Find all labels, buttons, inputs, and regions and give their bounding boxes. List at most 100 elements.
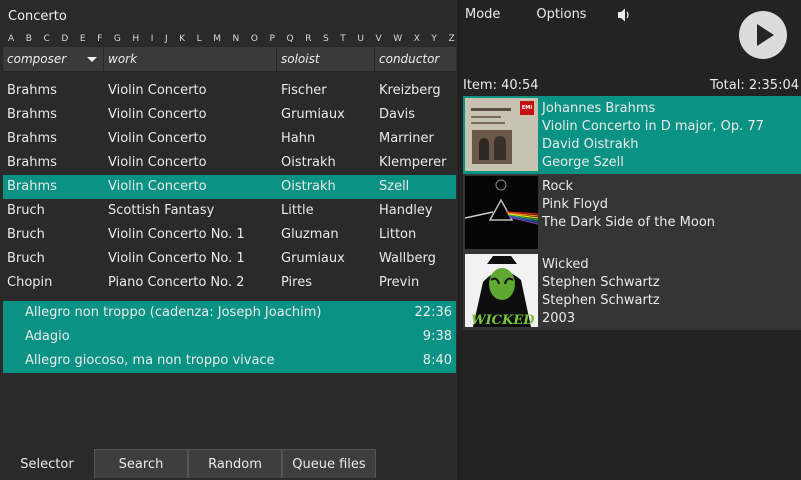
alphabet-letter[interactable]: R — [305, 33, 311, 45]
track-title: Allegro non troppo (cadenza: Joseph Joac… — [25, 305, 322, 320]
alphabet-letter[interactable]: G — [114, 33, 121, 45]
track-list: Allegro non troppo (cadenza: Joseph Joac… — [3, 301, 456, 373]
menu-options[interactable]: Options — [536, 6, 586, 23]
album-row-soloist: Grumiaux — [281, 251, 345, 266]
alphabet-letter[interactable]: L — [197, 33, 202, 45]
sort-down-icon — [87, 57, 97, 62]
track-row[interactable]: Adagio 9:38 — [3, 325, 456, 349]
menu-bar: Mode Options — [465, 6, 623, 23]
alphabet-letter[interactable]: A — [8, 33, 14, 45]
menu-mode[interactable]: Mode — [465, 6, 500, 23]
tab-queue-files[interactable]: Queue files — [282, 449, 376, 478]
album-row-soloist: Fischer — [281, 83, 327, 98]
column-work-label: work — [108, 52, 138, 66]
alphabet-letter[interactable]: W — [393, 33, 402, 45]
alphabet-letter[interactable]: D — [61, 33, 68, 45]
album-row-work: Violin Concerto No. 1 — [108, 227, 245, 242]
alphabet-letter[interactable]: I — [151, 33, 154, 45]
queue-item-line: The Dark Side of the Moon — [542, 215, 716, 230]
alphabet-letter[interactable]: Y — [431, 33, 437, 45]
album-row[interactable]: Brahms Violin Concerto Fischer Kreizberg — [3, 79, 456, 103]
alphabet-letter[interactable]: K — [179, 33, 185, 45]
column-soloist-label: soloist — [281, 52, 320, 66]
track-title: Adagio — [25, 329, 70, 344]
album-row-work: Scottish Fantasy — [108, 203, 215, 218]
album-row-work: Violin Concerto — [108, 83, 207, 98]
alphabet-letter[interactable]: N — [233, 33, 240, 45]
album-row-soloist: Pires — [281, 275, 312, 290]
album-row-conductor: Kreizberg — [379, 83, 441, 98]
tab-search[interactable]: Search — [94, 449, 188, 478]
album-row[interactable]: Bruch Violin Concerto No. 1 Gluzman Litton — [3, 223, 456, 247]
album-row-composer: Brahms — [7, 131, 57, 146]
play-button[interactable] — [739, 11, 787, 59]
column-conductor[interactable]: conductor — [375, 47, 456, 71]
album-row[interactable]: Chopin Piano Concerto No. 2 Pires Previn — [3, 271, 456, 295]
queue-item[interactable]: EMI Johannes Brahms Violin Concerto in D… — [463, 96, 801, 174]
album-row-work: Violin Concerto — [108, 131, 207, 146]
queue-item-line: Wicked — [542, 257, 589, 272]
total-duration: Total: 2:35:04 — [710, 78, 799, 93]
album-row-conductor: Litton — [379, 227, 417, 242]
tab-random[interactable]: Random — [188, 449, 282, 478]
album-row-composer: Brahms — [7, 83, 57, 98]
queue-item-line: Rock — [542, 179, 574, 194]
tab-bar: Selector Search Random Queue files — [0, 449, 459, 480]
alphabet-letter[interactable]: J — [165, 33, 168, 45]
alphabet-letter[interactable]: X — [414, 33, 420, 45]
alphabet-letter[interactable]: O — [251, 33, 258, 45]
column-composer[interactable]: composer — [3, 47, 104, 71]
player-pane: Mode Options Item: 40:54 Total: 2:35:04 … — [460, 0, 801, 480]
alphabet-letter[interactable]: S — [323, 33, 329, 45]
alphabet-letter[interactable]: V — [375, 33, 381, 45]
alphabet-letter[interactable]: C — [43, 33, 49, 45]
queue-item[interactable]: WICKED Wicked Stephen Schwartz Stephen S… — [463, 252, 801, 330]
alphabet-letter[interactable]: Q — [287, 33, 294, 45]
track-title: Allegro giocoso, ma non troppo vivace — [25, 353, 275, 368]
album-row-conductor: Szell — [379, 179, 410, 194]
svg-text:WICKED: WICKED — [471, 313, 535, 327]
alphabet-letter[interactable]: U — [357, 33, 364, 45]
queue-item[interactable]: Rock Pink Floyd The Dark Side of the Moo… — [463, 174, 801, 252]
album-row-soloist: Gluzman — [281, 227, 339, 242]
album-row-composer: Chopin — [7, 275, 53, 290]
album-row-soloist: Hahn — [281, 131, 316, 146]
column-work[interactable]: work — [104, 47, 277, 71]
track-row[interactable]: Allegro giocoso, ma non troppo vivace 8:4… — [3, 349, 456, 373]
column-soloist[interactable]: soloist — [277, 47, 375, 71]
column-composer-label: composer — [7, 52, 67, 66]
alphabet-letter[interactable]: B — [26, 33, 32, 45]
album-row-work: Violin Concerto — [108, 155, 207, 170]
queue-item-line: David Oistrakh — [542, 137, 639, 152]
emi-logo: EMI — [520, 101, 534, 115]
album-row-composer: Bruch — [7, 227, 45, 242]
speaker-icon[interactable] — [618, 8, 630, 26]
album-row-composer: Brahms — [7, 155, 57, 170]
album-row-composer: Bruch — [7, 251, 45, 266]
alphabet-letter[interactable]: Z — [448, 33, 454, 45]
alphabet-letter[interactable]: M — [213, 33, 221, 45]
track-duration: 22:36 — [414, 305, 452, 320]
album-row-work: Piano Concerto No. 2 — [108, 275, 245, 290]
album-list: Brahms Violin Concerto Fischer Kreizberg Bra… — [3, 79, 456, 295]
alphabet-letter[interactable]: T — [340, 33, 346, 45]
album-row[interactable]: Bruch Violin Concerto No. 1 Grumiaux Wallbe… — [3, 247, 456, 271]
tab-selector[interactable]: Selector — [0, 449, 94, 478]
alphabet-letter[interactable]: H — [132, 33, 139, 45]
play-queue: EMI Johannes Brahms Violin Concerto in D… — [463, 96, 801, 330]
album-row-soloist: Oistrakh — [281, 155, 336, 170]
queue-item-line: Violin Concerto in D major, Op. 77 — [542, 119, 764, 134]
track-row[interactable]: Allegro non troppo (cadenza: Joseph Joac… — [3, 301, 456, 325]
album-row[interactable]: Bruch Scottish Fantasy Little Handley — [3, 199, 456, 223]
album-row[interactable]: Brahms Violin Concerto Oistrakh Szell — [3, 175, 456, 199]
album-row[interactable]: Brahms Violin Concerto Oistrakh Klemperer — [3, 151, 456, 175]
item-duration: Item: 40:54 — [463, 78, 539, 93]
album-row[interactable]: Brahms Violin Concerto Hahn Marriner — [3, 127, 456, 151]
column-conductor-label: conductor — [379, 52, 440, 66]
album-row[interactable]: Brahms Violin Concerto Grumiaux Davis — [3, 103, 456, 127]
album-row-conductor: Wallberg — [379, 251, 436, 266]
queue-item-line: 2003 — [542, 311, 576, 326]
alphabet-letter[interactable]: F — [97, 33, 102, 45]
alphabet-letter[interactable]: E — [80, 33, 86, 45]
alphabet-letter[interactable]: P — [270, 33, 275, 45]
